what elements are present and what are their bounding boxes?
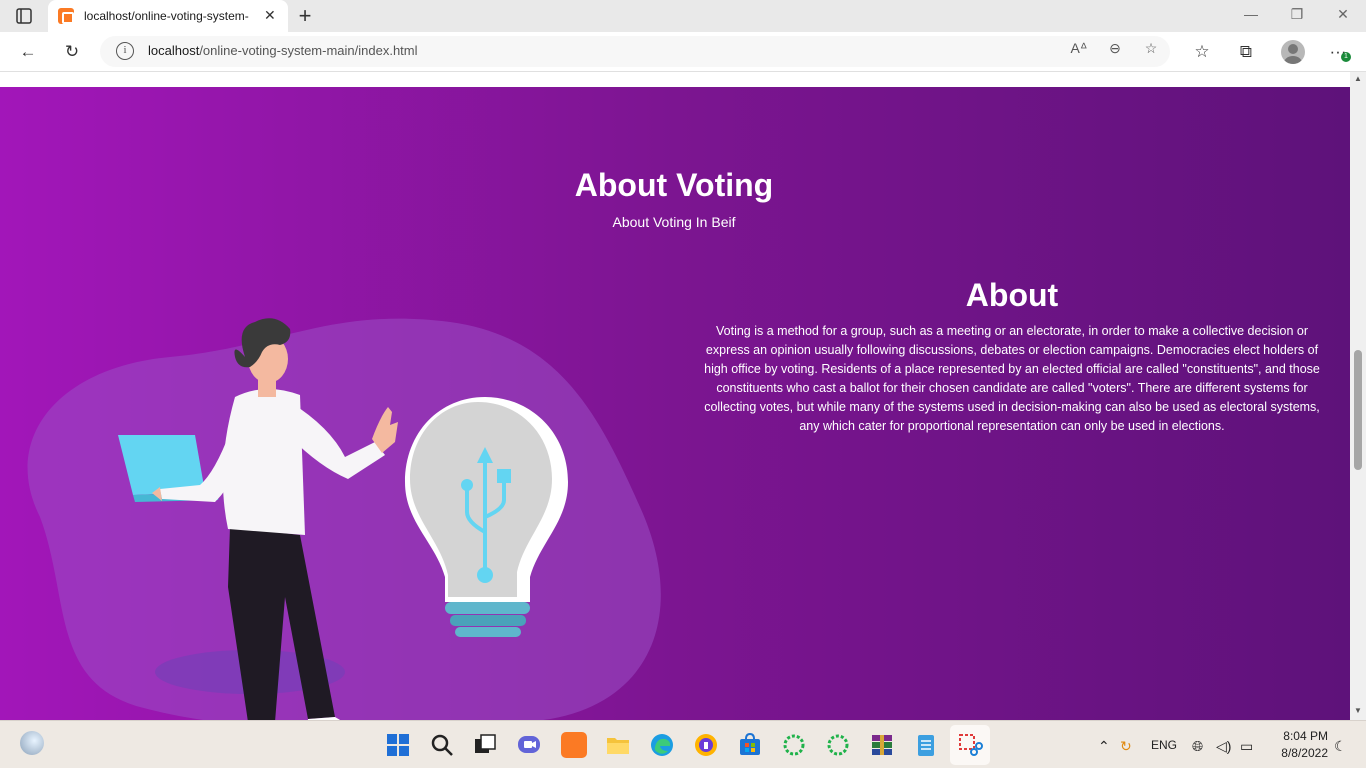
globe-icon[interactable]: 🌐︎ (1192, 738, 1203, 755)
info-icon[interactable]: i (116, 42, 134, 60)
about-paragraph: Voting is a method for a group, such as … (704, 324, 1320, 433)
browser-tab-bar: localhost/online-voting-system- ✕ + — ❐ … (0, 0, 1366, 32)
sync-icon[interactable]: ↻ (1120, 738, 1132, 755)
winrar-icon[interactable] (869, 732, 895, 758)
volume-icon[interactable]: ◁) (1216, 738, 1231, 755)
page-viewport: About Voting About Voting In Beif About … (0, 72, 1350, 720)
xampp-favicon-icon (58, 8, 74, 24)
widgets-icon[interactable] (20, 731, 44, 755)
background-blob (27, 318, 661, 720)
clock-time: 8:04 PM (1283, 729, 1328, 743)
scroll-up-arrow-icon[interactable]: ▲ (1350, 74, 1366, 83)
moon-icon[interactable]: ☾ (1334, 738, 1347, 755)
read-aloud-icon[interactable]: Aᐞ (1068, 40, 1090, 57)
search-icon[interactable] (429, 732, 455, 758)
section-title: About Voting (574, 167, 774, 203)
about-section: About Voting About Voting In Beif About … (0, 87, 1350, 720)
notification-badge: 1 (1341, 52, 1351, 62)
voting-illustration (27, 318, 661, 720)
collections-icon[interactable]: ⧉ (1234, 40, 1258, 64)
about-heading: About (965, 277, 1059, 313)
close-window-button[interactable]: ✕ (1333, 6, 1353, 23)
language-indicator[interactable]: ENG (1151, 738, 1177, 752)
restore-button[interactable]: ❐ (1287, 6, 1307, 23)
page-scrollbar[interactable]: ▲ ▼ (1350, 72, 1366, 720)
windows-taskbar: ⌃ ↻ ENG 🌐︎ ◁) ▭ 8:04 PM 8/8/2022 ☾ (0, 720, 1366, 768)
scrollbar-thumb[interactable] (1354, 350, 1362, 470)
snipping-tool-icon[interactable] (957, 732, 983, 758)
browser-tab[interactable]: localhost/online-voting-system- ✕ (48, 0, 288, 32)
chevron-up-icon[interactable]: ⌃ (1098, 738, 1110, 755)
new-tab-button[interactable]: + (294, 3, 316, 29)
address-bar[interactable]: i localhost/online-voting-system-main/in… (100, 36, 1170, 67)
vpn-icon[interactable] (693, 732, 719, 758)
tab-actions-icon[interactable] (12, 6, 36, 26)
add-favorite-icon[interactable]: ☆ (1140, 40, 1162, 57)
loader-icon[interactable] (781, 732, 807, 758)
edge-icon[interactable] (649, 732, 675, 758)
store-icon[interactable] (737, 732, 763, 758)
zoom-out-icon[interactable]: ⊖ (1104, 40, 1126, 57)
minimize-button[interactable]: — (1241, 6, 1261, 22)
tab-title: localhost/online-voting-system- (84, 9, 249, 23)
loader-icon-2[interactable] (825, 732, 851, 758)
profile-icon[interactable] (1281, 40, 1305, 64)
scroll-down-arrow-icon[interactable]: ▼ (1350, 706, 1366, 715)
windows-start-icon[interactable] (385, 732, 411, 758)
task-view-icon[interactable] (472, 732, 498, 758)
back-icon[interactable]: ← (16, 40, 40, 64)
refresh-icon[interactable]: ↻ (60, 40, 84, 64)
system-clock[interactable]: 8:04 PM 8/8/2022 (1268, 728, 1328, 762)
url-host: localhost (148, 43, 200, 58)
file-explorer-icon[interactable] (605, 732, 631, 758)
url-text[interactable]: localhost/online-voting-system-main/inde… (148, 43, 418, 58)
teams-chat-icon[interactable] (516, 732, 542, 758)
notepad-icon[interactable] (913, 732, 939, 758)
url-path: /online-voting-system-main/index.html (199, 43, 418, 58)
favorites-icon[interactable]: ☆ (1190, 40, 1214, 64)
tab-close-button[interactable]: ✕ (264, 7, 276, 24)
clock-date: 8/8/2022 (1281, 746, 1328, 760)
browser-toolbar: ← ↻ i localhost/online-voting-system-mai… (0, 32, 1366, 72)
battery-icon[interactable]: ▭ (1240, 738, 1253, 755)
xampp-icon[interactable] (561, 732, 587, 758)
